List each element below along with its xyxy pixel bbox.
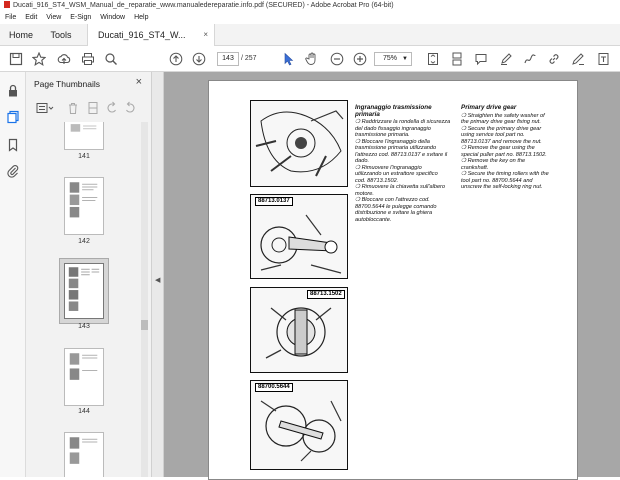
page-thumbnails-panel: Page Thumbnails × 141 142 143 144	[26, 72, 152, 477]
rotate-clockwise-icon[interactable]	[124, 101, 136, 115]
hand-tool-icon[interactable]	[304, 51, 320, 67]
previous-page-icon[interactable]	[168, 51, 184, 67]
menu-view[interactable]: View	[46, 14, 61, 21]
page-thumbnail[interactable]	[64, 122, 104, 150]
thumbnail-toolbar	[32, 101, 142, 117]
page-thumbnail-selected[interactable]	[64, 263, 104, 319]
menu-help[interactable]: Help	[134, 14, 148, 21]
menu-edit[interactable]: Edit	[25, 14, 37, 21]
menu-esign[interactable]: E-Sign	[70, 14, 91, 21]
italian-line: ❍ Raddrizzare la rondella di sicurezza	[355, 119, 451, 125]
thumbnail-page-number: 143	[78, 323, 90, 330]
thumbnail-scrollbar[interactable]	[141, 122, 148, 477]
chevron-left-icon: ◀	[155, 277, 161, 284]
tab-bar: Home Tools Ducati_916_ST4_W... ×	[0, 24, 620, 47]
next-page-icon[interactable]	[191, 51, 207, 67]
figure-primary-gear	[250, 100, 348, 187]
insert-page-icon[interactable]	[87, 101, 99, 115]
page-thumbnail[interactable]	[64, 432, 104, 477]
fill-sign-icon[interactable]	[570, 51, 586, 67]
menu-bar: File Edit View E-Sign Window Help	[0, 12, 620, 24]
tool-tag: 88700.5644	[255, 383, 293, 392]
main-toolbar: 143 / 257 75% ▼	[0, 46, 620, 72]
page-number-input[interactable]: 143	[217, 52, 239, 66]
english-text-column: Primary drive gear ❍ Straighten the safe…	[461, 104, 557, 191]
tool-tag: 88713.0137	[255, 197, 293, 206]
chevron-down-icon: ▼	[402, 56, 408, 62]
panel-collapse-handle[interactable]: ◀	[152, 72, 164, 477]
thumbnail-page-number: 141	[78, 153, 90, 160]
scrolling-mode-icon[interactable]	[449, 51, 465, 67]
share-link-icon[interactable]	[546, 51, 562, 67]
figure-tool-88713-1502: 88713.1502	[250, 287, 348, 373]
attachments-icon[interactable]	[6, 164, 20, 178]
page-total: / 257	[241, 55, 257, 62]
page-thumbnail[interactable]	[64, 177, 104, 235]
english-line: unscrew the self-locking ring nut.	[461, 184, 543, 190]
comment-icon[interactable]	[473, 51, 489, 67]
add-text-icon[interactable]	[596, 51, 612, 67]
fit-page-icon[interactable]	[425, 51, 441, 67]
zoom-out-icon[interactable]	[329, 51, 345, 67]
bookmarks-icon[interactable]	[6, 138, 20, 152]
close-panel-icon[interactable]: ×	[136, 76, 142, 88]
italian-text-column: Ingranaggio trasmissione primaria ❍ Radd…	[355, 104, 453, 223]
delete-page-icon[interactable]	[67, 101, 79, 115]
close-tab-icon[interactable]: ×	[203, 24, 208, 46]
search-icon[interactable]	[103, 51, 119, 67]
italian-line: autobloccante.	[355, 216, 392, 223]
italian-line: l'attrezzo cod. 88713.0137 e svitare il	[355, 151, 448, 158]
lock-icon[interactable]	[6, 84, 20, 98]
tool-tag: 88713.1502	[307, 290, 345, 299]
zoom-select[interactable]: 75% ▼	[374, 52, 412, 66]
figure-tool-88713-0137: 88713.0137	[250, 194, 348, 279]
zoom-value: 75%	[383, 55, 398, 62]
thumbnail-list: 141 142 143 144	[26, 122, 142, 477]
tab-document-label: Ducati_916_ST4_W...	[98, 30, 186, 40]
window-title-bar: Ducati_916_ST4_WSM_Manual_de_reparatie_w…	[0, 0, 620, 12]
panel-title: Page Thumbnails	[34, 79, 100, 89]
tab-home[interactable]: Home	[0, 24, 42, 46]
thumbnail-page-number: 142	[78, 238, 90, 245]
pdf-page: 88713.0137 88713.1502 88700.5644 Ingrana…	[208, 80, 578, 480]
select-cursor-icon[interactable]	[280, 51, 296, 67]
document-viewer[interactable]: 88713.0137 88713.1502 88700.5644 Ingrana…	[164, 72, 620, 480]
menu-file[interactable]: File	[5, 14, 16, 21]
english-line: ❍ Secure the timing rollers with the	[461, 171, 549, 177]
figure-tool-88700-5644: 88700.5644	[250, 380, 348, 470]
acrobat-icon	[4, 1, 10, 8]
window-title: Ducati_916_ST4_WSM_Manual_de_reparatie_w…	[13, 2, 394, 9]
tab-document[interactable]: Ducati_916_ST4_W... ×	[87, 24, 215, 47]
print-icon[interactable]	[80, 51, 96, 67]
menu-window[interactable]: Window	[100, 14, 125, 21]
save-icon[interactable]	[8, 51, 24, 67]
left-navigation-rail	[0, 72, 26, 477]
thumbnail-page-number: 144	[78, 408, 90, 415]
italian-heading: Ingranaggio trasmissione primaria	[355, 104, 432, 118]
scrollbar-thumb[interactable]	[141, 320, 148, 330]
page-thumbnail[interactable]	[64, 348, 104, 406]
tab-tools[interactable]: Tools	[42, 24, 80, 46]
draw-freeform-icon[interactable]	[522, 51, 538, 67]
upload-cloud-icon[interactable]	[56, 51, 72, 67]
thumbnail-options-icon[interactable]	[36, 101, 54, 115]
zoom-in-icon[interactable]	[352, 51, 368, 67]
italian-line: ❍ Rimuovere la chiavetta sull'albero	[355, 184, 446, 190]
english-heading: Primary drive gear	[461, 104, 517, 111]
highlight-pen-icon[interactable]	[498, 51, 514, 67]
rotate-counterclockwise-icon[interactable]	[106, 101, 118, 115]
page-thumbnails-icon[interactable]	[6, 110, 20, 124]
bookmark-star-icon[interactable]	[31, 51, 47, 67]
